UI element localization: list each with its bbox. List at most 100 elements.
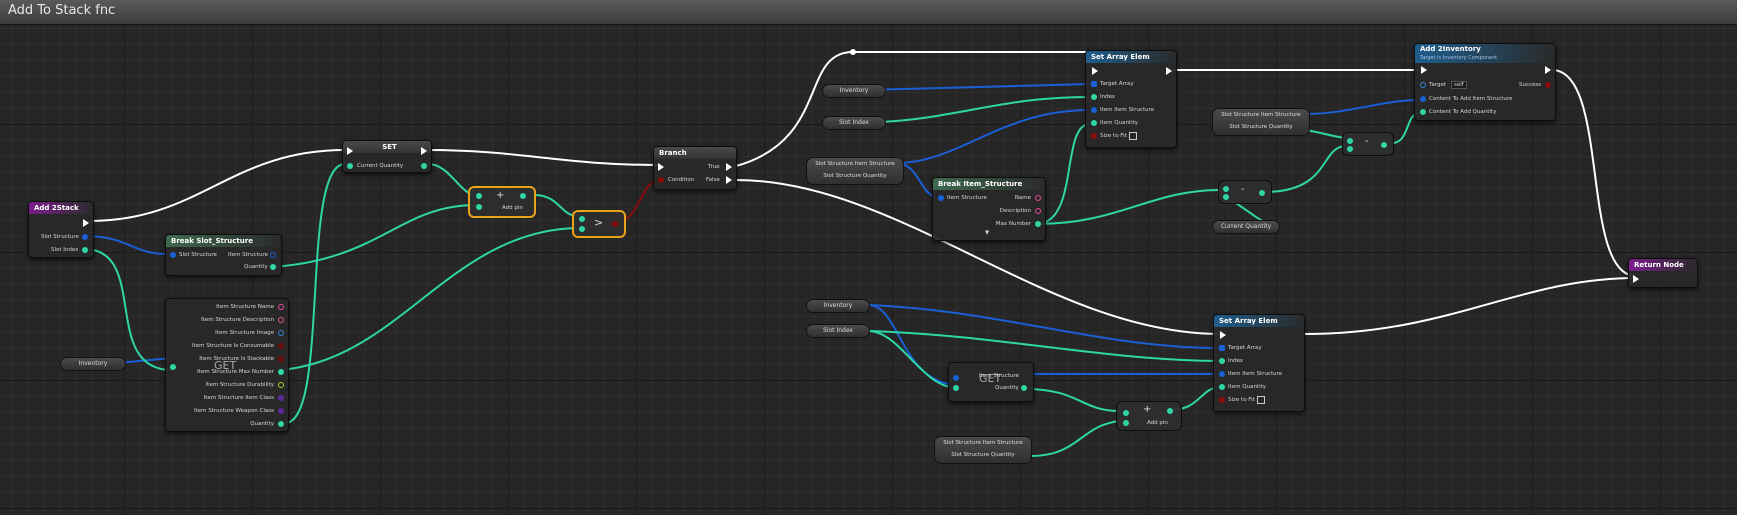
int-pin[interactable] [170,364,176,370]
node-title: Set Array Elem [1214,315,1304,327]
exec-out-true-pin[interactable] [726,163,732,171]
add-operator-node[interactable]: + Add pin [1116,401,1182,431]
exec-in-pin[interactable] [347,147,353,155]
size-to-fit-checkbox[interactable] [1129,132,1137,140]
name-pin[interactable] [278,304,284,310]
text-pin[interactable] [1035,208,1041,214]
int-pin[interactable] [1219,358,1225,364]
exec-in-pin[interactable] [1092,67,1098,75]
int-pin[interactable] [278,421,284,427]
exec-out-pin[interactable] [1166,67,1172,75]
exec-out-pin[interactable] [421,147,427,155]
bool-pin[interactable] [278,356,284,362]
greater-operator-node[interactable]: > [572,210,626,238]
branch-node[interactable]: Branch True Condition False [653,146,737,190]
int-pin[interactable] [1021,385,1027,391]
int-pin[interactable] [1091,94,1097,100]
bool-pin[interactable] [612,221,618,227]
exec-in-pin[interactable] [1220,331,1226,339]
return-node[interactable]: Return Node [1628,258,1698,288]
class-pin[interactable] [278,395,284,401]
exec-out-false-pin[interactable] [726,176,732,184]
slot-structure-variable-getter[interactable]: Slot Structure Item Structure Slot Struc… [1212,108,1310,136]
add-2inventory-function-node[interactable]: Add 2Inventory Target is Inventory Compo… [1414,43,1556,121]
bool-pin[interactable] [658,177,664,183]
struct-pin[interactable] [170,252,176,258]
object-pin[interactable] [278,330,284,336]
struct-pin[interactable] [1219,371,1225,377]
inventory-variable-getter[interactable]: Inventory [806,299,870,313]
bool-pin[interactable] [278,343,284,349]
exec-out-pin[interactable] [1545,66,1551,74]
inventory-variable-getter[interactable]: Inventory [822,84,886,98]
bool-pin[interactable] [1219,397,1225,403]
get-array-item-node[interactable]: GET Item Structure Name Item Structure D… [165,298,289,432]
subtract-operator-node[interactable]: - [1342,132,1394,156]
subtract-operator-node[interactable]: - [1218,180,1272,204]
int-pin[interactable] [421,163,427,169]
struct-pin[interactable] [953,375,959,381]
int-pin[interactable] [953,385,959,391]
int-pin[interactable] [1223,186,1229,192]
set-array-elem-node-bottom[interactable]: Set Array Elem Target Array Index Item I… [1213,314,1305,412]
set-array-elem-node-top[interactable]: Set Array Elem Target Array Index Item I… [1085,50,1177,148]
int-pin[interactable] [1123,410,1129,416]
int-pin[interactable] [520,193,526,199]
int-pin[interactable] [1123,420,1129,426]
exec-in-pin[interactable] [658,163,664,171]
add-pin-label[interactable]: Add pin [502,205,523,211]
break-slot-structure-node[interactable]: Break Slot_Structure Slot Structure Item… [165,234,282,276]
set-node[interactable]: SET Current Quantity [342,140,432,173]
exec-out-pin[interactable] [83,219,89,227]
slot-structure-variable-getter[interactable]: Slot Structure Item Structure Slot Struc… [934,436,1032,464]
int-pin[interactable] [278,369,284,375]
get-array-item-node[interactable]: GET Item Structure Quantity [948,362,1034,402]
add-pin-label[interactable]: Add pin [1147,420,1168,426]
target-value[interactable]: self [1451,81,1467,89]
struct-pin[interactable] [270,252,276,258]
class-pin[interactable] [278,408,284,414]
slot-structure-variable-getter[interactable]: Slot Structure Item Structure Slot Struc… [806,157,904,185]
float-pin[interactable] [278,382,284,388]
int-pin[interactable] [1420,109,1426,115]
int-pin[interactable] [1091,120,1097,126]
struct-pin[interactable] [938,195,944,201]
int-pin[interactable] [1219,384,1225,390]
int-pin[interactable] [270,264,276,270]
add-operator-node[interactable]: + Add pin [468,186,536,218]
struct-pin[interactable] [1420,96,1426,102]
int-pin[interactable] [1223,194,1229,200]
int-pin[interactable] [1381,142,1387,148]
int-pin[interactable] [1167,408,1173,414]
int-pin[interactable] [579,216,585,222]
exec-in-pin[interactable] [1633,275,1639,283]
int-pin[interactable] [1259,190,1265,196]
name-pin[interactable] [1035,195,1041,201]
int-pin[interactable] [1347,138,1353,144]
struct-pin[interactable] [1091,107,1097,113]
entry-node-add-2stack[interactable]: Add 2Stack Slot Structure Slot Index [28,201,94,258]
array-pin[interactable] [1219,345,1225,351]
int-pin[interactable] [579,226,585,232]
slot-index-variable-getter[interactable]: Slot Index [806,324,870,338]
exec-in-pin[interactable] [1421,66,1427,74]
int-pin[interactable] [476,204,482,210]
expand-chevron-icon[interactable]: ▼ [985,230,989,236]
array-pin[interactable] [1091,81,1097,87]
int-pin[interactable] [82,247,88,253]
struct-pin[interactable] [82,234,88,240]
int-pin[interactable] [1035,221,1041,227]
int-pin[interactable] [347,163,353,169]
bool-pin[interactable] [1545,82,1551,88]
int-wire [279,227,579,371]
size-to-fit-checkbox[interactable] [1257,396,1265,404]
current-quantity-variable-getter[interactable]: Current Quantity [1212,220,1280,234]
break-item-structure-node[interactable]: Break Item_Structure Item Structure Name… [932,177,1046,241]
bool-pin[interactable] [1091,133,1097,139]
int-pin[interactable] [1347,146,1353,152]
int-pin[interactable] [476,193,482,199]
slot-index-variable-getter[interactable]: Slot Index [822,116,886,130]
text-pin[interactable] [278,317,284,323]
inventory-variable-getter[interactable]: Inventory [60,357,126,371]
target-pin[interactable] [1420,82,1426,88]
